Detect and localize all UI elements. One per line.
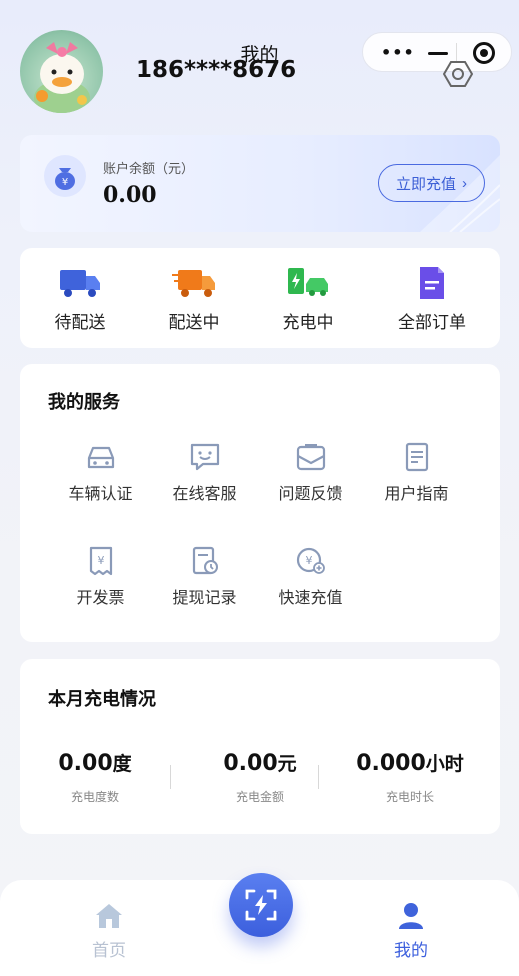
stat-number: 0.00 [58, 751, 113, 776]
order-status-card: 待配送 配送中 充电中 全部订单 [20, 248, 500, 348]
duck-avatar-image [34, 42, 90, 113]
service-label: 开发票 [76, 588, 125, 607]
svg-text:¥: ¥ [62, 177, 68, 188]
stat-value: 0.00元 [185, 749, 335, 776]
stats-title: 本月充电情况 [48, 689, 156, 710]
stat-unit: 小时 [425, 753, 464, 775]
more-menu-icon[interactable]: ••• [381, 43, 415, 62]
service-vehicle-auth[interactable]: 车辆认证 [48, 442, 153, 504]
service-feedback[interactable]: 问题反馈 [258, 442, 363, 504]
scan-charge-button[interactable] [229, 873, 293, 937]
order-label: 全部订单 [398, 313, 466, 333]
stat-unit: 度 [112, 753, 132, 775]
home-icon [96, 904, 122, 928]
user-icon [399, 903, 423, 929]
settings-icon[interactable] [443, 59, 473, 89]
ev-charging-icon [288, 268, 328, 296]
chevron-right-icon: › [462, 174, 467, 192]
stat-unit: 元 [277, 753, 297, 775]
stat-divider [318, 765, 319, 789]
recharge-button-label: 立即充值 [395, 175, 456, 193]
services-title: 我的服务 [48, 392, 120, 413]
service-user-guide[interactable]: 用户指南 [364, 442, 469, 504]
car-icon [87, 446, 114, 469]
balance-label: 账户余额（元） [103, 162, 195, 177]
monthly-charging-card: 本月充电情况 0.00度 充电度数 0.00元 充电金额 0.000小时 充电时… [20, 659, 500, 834]
close-miniprogram-icon[interactable] [473, 42, 495, 64]
coin-add-icon: ¥ [296, 547, 325, 574]
stat-divider [170, 765, 171, 789]
stat-number: 0.00 [223, 751, 278, 776]
service-label: 快速充值 [278, 588, 343, 607]
order-charging[interactable]: 充电中 [248, 266, 368, 333]
tab-mine-label: 我的 [394, 941, 428, 961]
stat-caption: 充电时长 [385, 790, 434, 804]
chat-icon [190, 443, 219, 471]
stat-caption: 充电度数 [70, 790, 119, 804]
document-icon [420, 267, 444, 299]
fast-truck-icon [172, 270, 215, 297]
service-label: 提现记录 [172, 588, 237, 607]
service-withdraw-records[interactable]: 提现记录 [152, 546, 257, 608]
service-label: 车辆认证 [68, 484, 133, 503]
money-bag-icon: ¥ [44, 155, 86, 197]
mail-feedback-icon [296, 444, 325, 471]
order-all[interactable]: 全部订单 [372, 266, 492, 333]
order-label: 配送中 [168, 313, 220, 333]
tab-home-label: 首页 [92, 941, 126, 961]
stat-number: 0.000 [356, 751, 426, 776]
invoice-icon: ¥ [89, 546, 112, 576]
stat-amount: 0.00元 充电金额 [185, 749, 335, 805]
tab-mine[interactable]: 我的 [366, 902, 456, 961]
stat-value: 0.00度 [20, 749, 170, 776]
balance-value: 0.00 [103, 182, 157, 208]
order-label: 待配送 [54, 313, 106, 333]
svg-text:¥: ¥ [305, 554, 312, 567]
stat-caption: 充电金额 [235, 790, 284, 804]
stat-duration: 0.000小时 充电时长 [335, 749, 485, 805]
service-online-support[interactable]: 在线客服 [152, 442, 257, 504]
stat-energy: 0.00度 充电度数 [20, 749, 170, 805]
order-pending-delivery[interactable]: 待配送 [20, 266, 140, 333]
balance-card: ¥ 账户余额（元） 0.00 立即充值 › [20, 135, 500, 232]
record-clock-icon [192, 546, 218, 575]
my-services-card: 我的服务 车辆认证 在线客服 问题反馈 用户指南 ¥ 开发票 提现记录 ¥ 快速… [20, 364, 500, 642]
scan-lightning-icon [245, 889, 277, 921]
stat-value: 0.000小时 [335, 749, 485, 776]
user-phone: 186****8676 [136, 57, 297, 83]
service-invoice[interactable]: ¥ 开发票 [48, 546, 153, 608]
service-label: 问题反馈 [278, 484, 343, 503]
minimize-icon[interactable] [428, 52, 448, 55]
avatar[interactable] [20, 30, 103, 113]
order-label: 充电中 [282, 313, 334, 333]
service-label: 在线客服 [172, 484, 237, 503]
mini-program-capsule: ••• [362, 32, 512, 72]
recharge-button[interactable]: 立即充值 › [378, 164, 485, 202]
tab-home[interactable]: 首页 [64, 902, 154, 961]
guide-book-icon [405, 442, 428, 472]
svg-text:¥: ¥ [97, 554, 104, 567]
order-delivering[interactable]: 配送中 [134, 266, 254, 333]
truck-icon [60, 270, 100, 297]
service-quick-recharge[interactable]: ¥ 快速充值 [258, 546, 363, 608]
service-label: 用户指南 [384, 484, 449, 503]
